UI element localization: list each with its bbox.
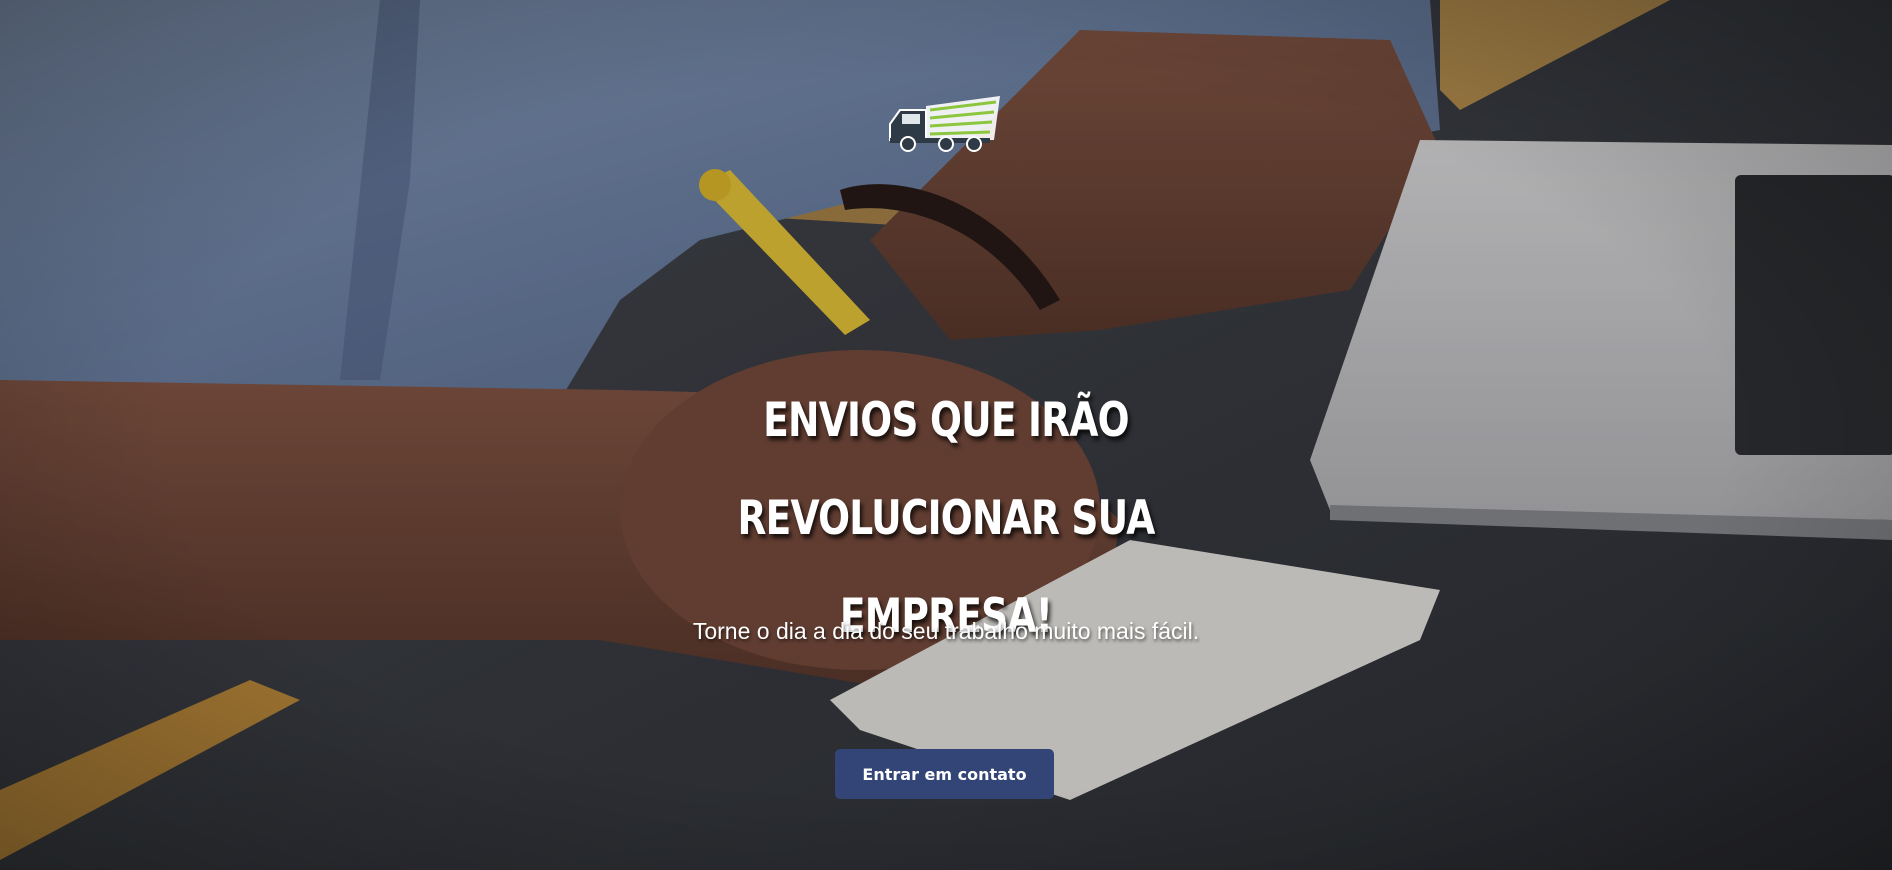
hero-section: ENVIOS QUE IRÃO REVOLUCIONAR SUA EMPRESA… (0, 0, 1892, 870)
delivery-truck-icon (886, 92, 1000, 154)
contact-button[interactable]: Entrar em contato (835, 749, 1054, 799)
hero-headline-line1: ENVIOS QUE IRÃO REVOLUCIONAR SUA (737, 393, 1155, 546)
hero-subtitle: Torne o dia a dia do seu trabalho muito … (692, 618, 1200, 644)
